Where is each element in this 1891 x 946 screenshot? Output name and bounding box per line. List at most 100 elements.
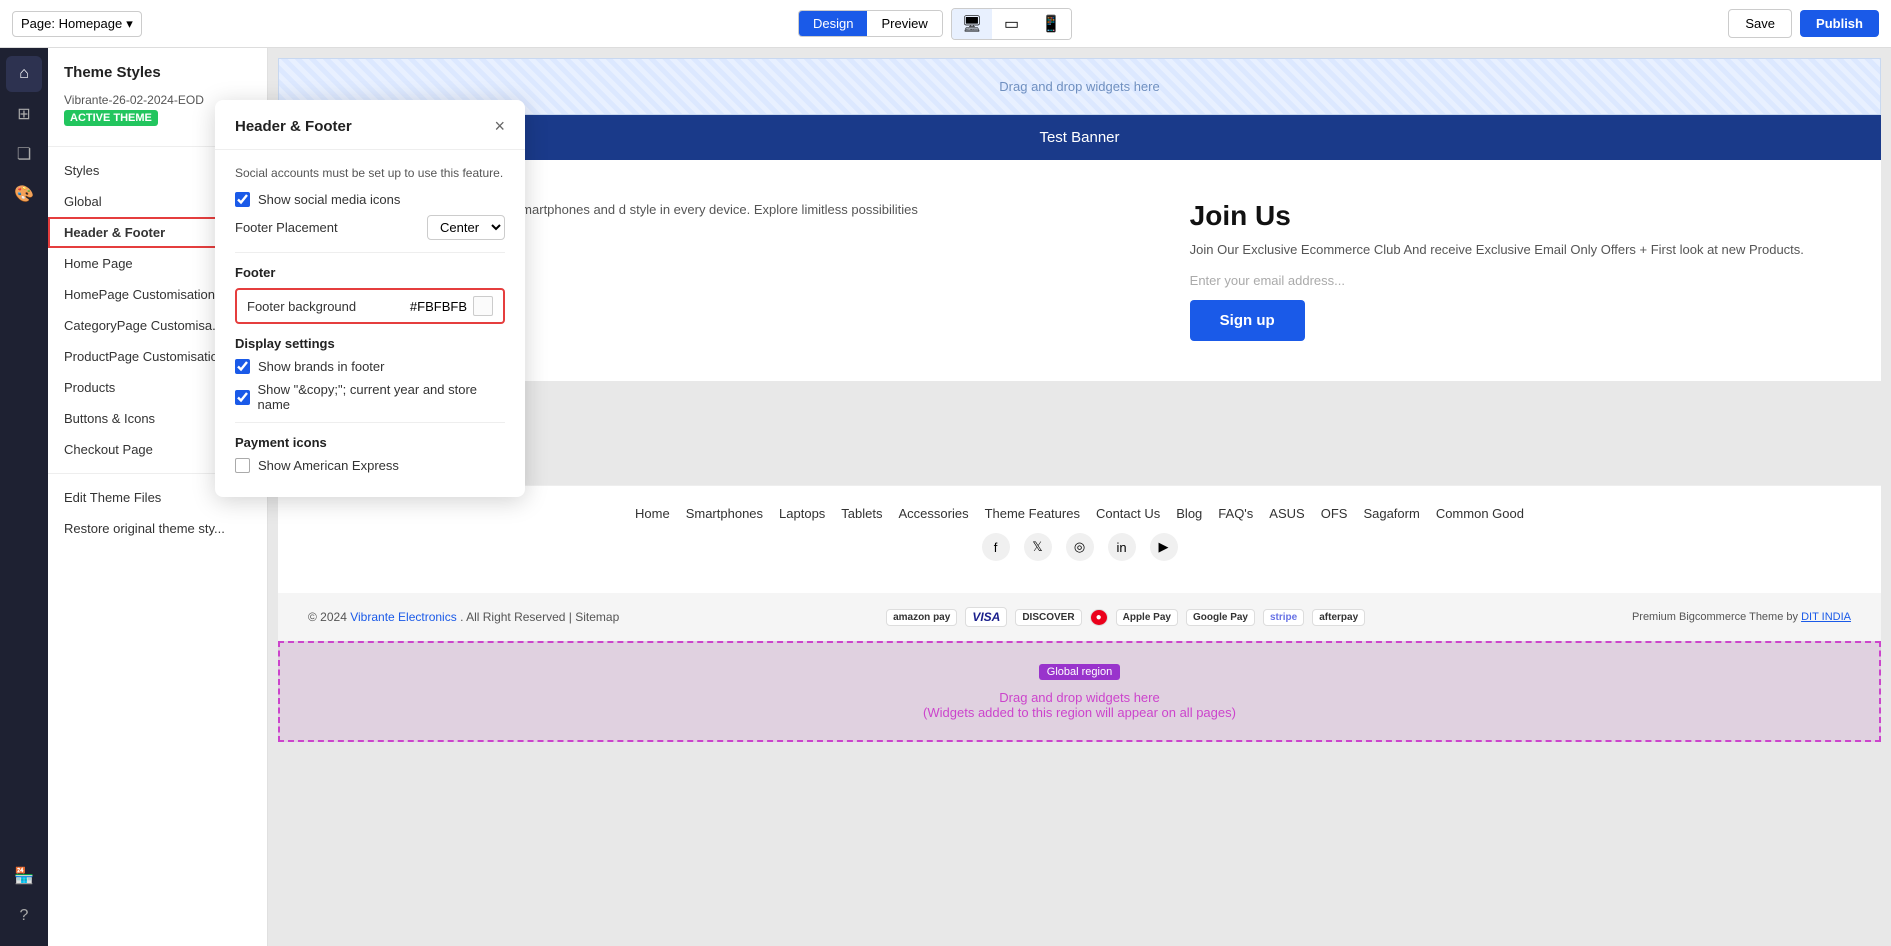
mastercard-icon: ●: [1090, 609, 1108, 626]
twitter-icon[interactable]: 𝕏: [1024, 533, 1052, 561]
design-button[interactable]: Design: [799, 11, 867, 36]
footer-bg-swatch[interactable]: [473, 296, 493, 316]
topbar-center: Design Preview 🖥 ▭ 📱: [798, 8, 1072, 40]
modal-header: Header & Footer ×: [215, 100, 525, 150]
active-theme-badge: ACTIVE THEME: [64, 110, 158, 126]
view-icons-group: 🖥 ▭ 📱: [951, 8, 1072, 40]
facebook-icon[interactable]: f: [982, 533, 1010, 561]
footer-nav: Home Smartphones Laptops Tablets Accesso…: [278, 485, 1881, 593]
show-amex-label: Show American Express: [258, 458, 399, 473]
desktop-view-button[interactable]: 🖥: [952, 9, 992, 39]
save-button[interactable]: Save: [1728, 9, 1792, 38]
payment-icons-label: Payment icons: [235, 435, 505, 450]
footer-link-faq[interactable]: FAQ's: [1218, 506, 1253, 521]
global-region-label: Global region: [1039, 664, 1120, 680]
chevron-down-icon: ▾: [126, 16, 133, 32]
footer-placement-row: Footer Placement Center Left Right: [235, 215, 505, 240]
topbar-right: Save Publish: [1728, 9, 1879, 38]
rail-help-icon[interactable]: ?: [6, 898, 42, 934]
footer-link-home[interactable]: Home: [635, 506, 670, 521]
amazonpay-icon: amazon pay: [886, 609, 957, 626]
footer-link-blog[interactable]: Blog: [1176, 506, 1202, 521]
show-amex-checkbox-empty[interactable]: [235, 458, 250, 473]
tablet-view-button[interactable]: ▭: [994, 9, 1029, 39]
footer-link-contact[interactable]: Contact Us: [1096, 506, 1160, 521]
show-brands-checkbox[interactable]: [235, 359, 250, 374]
footer-link-accessories[interactable]: Accessories: [899, 506, 969, 521]
footer-link-common-good[interactable]: Common Good: [1436, 506, 1524, 521]
footer-credit: Premium Bigcommerce Theme by DIT INDIA: [1632, 611, 1851, 623]
sidebar-title: Theme Styles: [48, 64, 267, 93]
join-us-title: Join Us: [1190, 200, 1851, 232]
page-selector[interactable]: Page: Homepage ▾: [12, 11, 142, 37]
footer-bg-label: Footer background: [247, 299, 356, 314]
show-social-row: Show social media icons: [235, 192, 505, 207]
modal-divider-1: [235, 252, 505, 253]
restore-theme-link[interactable]: Restore original theme sty...: [48, 513, 267, 544]
rail-home-icon[interactable]: ⌂: [6, 56, 42, 92]
footer-bg-value: #FBFBFB: [410, 296, 493, 316]
rail-layers-icon[interactable]: ⊞: [6, 96, 42, 132]
afterpay-icon: afterpay: [1312, 609, 1365, 626]
show-amex-row: Show American Express: [235, 458, 505, 473]
modal-title: Header & Footer: [235, 118, 352, 135]
footer-link-theme-features[interactable]: Theme Features: [985, 506, 1080, 521]
join-us-section: Join Us Join Our Exclusive Ecommerce Clu…: [1160, 160, 1881, 381]
show-copy-row: Show "&copy;"; current year and store na…: [235, 382, 505, 412]
applepay-icon: Apple Pay: [1116, 609, 1178, 626]
page-selector-label: Page: Homepage: [21, 16, 122, 31]
footer-link-smartphones[interactable]: Smartphones: [686, 506, 763, 521]
footer-link-tablets[interactable]: Tablets: [841, 506, 882, 521]
dit-india-link[interactable]: DIT INDIA: [1801, 611, 1851, 623]
footer-bottom: © 2024 Vibrante Electronics . All Right …: [278, 593, 1881, 641]
left-rail: ⌂ ⊞ ❏ 🎨 🏪 ?: [0, 48, 48, 946]
show-copy-checkbox[interactable]: [235, 390, 250, 405]
rail-paint-icon[interactable]: 🎨: [6, 176, 42, 212]
show-copy-label: Show "&copy;"; current year and store na…: [258, 382, 505, 412]
mobile-view-button[interactable]: 📱: [1031, 9, 1071, 39]
topbar-left: Page: Homepage ▾: [12, 11, 142, 37]
footer-nav-links: Home Smartphones Laptops Tablets Accesso…: [308, 506, 1851, 521]
youtube-icon[interactable]: ▶: [1150, 533, 1178, 561]
join-us-text: Join Our Exclusive Ecommerce Club And re…: [1190, 242, 1851, 257]
show-brands-row: Show brands in footer: [235, 359, 505, 374]
support-email: ✉ support@myhackup.com: [308, 443, 1851, 459]
preview-button[interactable]: Preview: [867, 11, 941, 36]
googlepay-icon: Google Pay: [1186, 609, 1255, 626]
stripe-icon: stripe: [1263, 609, 1304, 626]
discover-icon: DISCOVER: [1015, 609, 1081, 626]
show-social-label: Show social media icons: [258, 192, 400, 207]
footer-link-laptops[interactable]: Laptops: [779, 506, 825, 521]
visa-icon: VISA: [965, 607, 1007, 627]
footer-brand-link[interactable]: Vibrante Electronics: [350, 610, 457, 624]
toll-free: Toll Free: 123-456-7890: [308, 401, 1851, 416]
footer-placement-label: Footer Placement: [235, 220, 338, 235]
rail-store-icon[interactable]: 🏪: [6, 858, 42, 894]
email-placeholder: Enter your email address...: [1190, 273, 1851, 288]
payment-icons: amazon pay VISA DISCOVER ● Apple Pay Goo…: [886, 607, 1365, 627]
footer-link-ofs[interactable]: OFS: [1321, 506, 1348, 521]
rail-widget-icon[interactable]: ❏: [6, 136, 42, 172]
modal-note: Social accounts must be set up to use th…: [235, 166, 505, 180]
signup-button[interactable]: Sign up: [1190, 300, 1305, 341]
modal-divider-2: [235, 422, 505, 423]
footer-copy: © 2024 Vibrante Electronics . All Right …: [308, 610, 619, 624]
modal-close-button[interactable]: ×: [494, 116, 505, 137]
drag-top-text: Drag and drop widgets here: [999, 79, 1159, 94]
instagram-icon[interactable]: ◎: [1066, 533, 1094, 561]
design-preview-group: Design Preview: [798, 10, 943, 37]
show-brands-label: Show brands in footer: [258, 359, 384, 374]
footer-link-asus[interactable]: ASUS: [1269, 506, 1304, 521]
display-settings-label: Display settings: [235, 336, 505, 351]
show-social-checkbox[interactable]: [235, 192, 250, 207]
header-footer-modal: Header & Footer × Social accounts must b…: [215, 100, 525, 497]
footer-section-label: Footer: [235, 265, 505, 280]
footer-placement-select[interactable]: Center Left Right: [427, 215, 505, 240]
footer-bg-row: Footer background #FBFBFB: [235, 288, 505, 324]
modal-body: Social accounts must be set up to use th…: [215, 150, 525, 497]
footer-link-sagaform[interactable]: Sagaform: [1363, 506, 1419, 521]
international: International: +01-123-456-7890: [308, 422, 1851, 437]
linkedin-icon[interactable]: in: [1108, 533, 1136, 561]
footer-social: f 𝕏 ◎ in ▶: [308, 533, 1851, 561]
publish-button[interactable]: Publish: [1800, 10, 1879, 37]
